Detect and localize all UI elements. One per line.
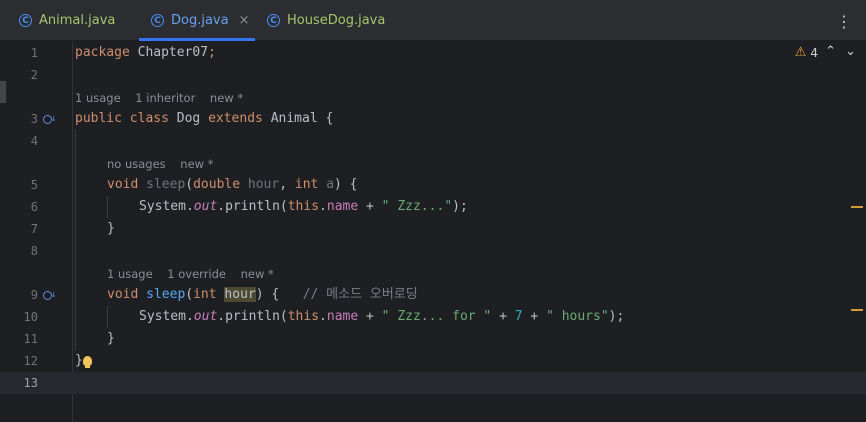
- code-line: 5 void sleep(double hour, int a) {: [0, 174, 866, 196]
- code-text: package Chapter07;: [75, 45, 216, 60]
- code-text: void sleep(double hour, int a) {: [107, 177, 358, 192]
- java-class-icon: C: [151, 14, 164, 27]
- line-number: 11: [23, 332, 38, 346]
- warning-count: 4: [810, 45, 818, 60]
- line-number: 2: [30, 68, 38, 82]
- line-number: 3: [30, 112, 38, 126]
- warning-icon: ⚠: [794, 45, 807, 60]
- close-tab-icon[interactable]: ×: [239, 13, 250, 28]
- tab-dog-java[interactable]: C Dog.java ×: [139, 0, 255, 41]
- code-line: 11 }: [0, 328, 866, 350]
- code-line: 4: [0, 130, 866, 152]
- editor-tab-bar: C Animal.java C Dog.java × C HouseDog.ja…: [0, 0, 866, 41]
- tab-animal-java[interactable]: C Animal.java: [19, 0, 115, 41]
- tab-label: HouseDog.java: [287, 13, 386, 28]
- code-text: }: [75, 353, 83, 368]
- tab-housedog-java[interactable]: C HouseDog.java: [267, 0, 385, 41]
- warnings-indicator[interactable]: ⚠ 4: [795, 45, 818, 60]
- current-code-line: 13: [0, 372, 866, 394]
- code-line: 1 package Chapter07; ⚠ 4 ⌃ ⌄: [0, 42, 866, 64]
- line-number: 7: [30, 222, 38, 236]
- inlay-usage-hint[interactable]: no usages new *: [107, 153, 213, 175]
- line-number: 8: [30, 244, 38, 258]
- previous-highlight-icon[interactable]: ⌃: [825, 44, 836, 59]
- code-text: void sleep(int hour) { // 메소드 오버로딩: [107, 287, 418, 302]
- tab-label: Animal.java: [39, 13, 116, 28]
- java-class-icon: C: [267, 14, 280, 27]
- code-editor[interactable]: 1 package Chapter07; ⚠ 4 ⌃ ⌄ 2 1 usage 1…: [0, 42, 866, 422]
- code-line: 2: [0, 64, 866, 86]
- code-text: public class Dog extends Animal {: [75, 111, 334, 126]
- code-line: 12 }: [0, 350, 866, 372]
- code-line: 10 System.out.println(this.name + " Zzz.…: [0, 306, 866, 328]
- more-options-icon[interactable]: ⋮: [836, 12, 852, 31]
- inlay-usage-hint[interactable]: 1 usage 1 inheritor new *: [75, 87, 243, 109]
- implemented-overridden-icon[interactable]: ↓: [43, 112, 57, 126]
- next-highlight-icon[interactable]: ⌄: [845, 44, 856, 59]
- warning-stripe-mark[interactable]: [851, 206, 863, 208]
- code-line: 8: [0, 240, 866, 262]
- code-text: }: [107, 221, 115, 236]
- overridden-method-icon[interactable]: ↓: [43, 288, 57, 302]
- lightbulb-icon[interactable]: [83, 356, 92, 368]
- inlay-usage-hint[interactable]: 1 usage 1 override new *: [107, 263, 274, 285]
- code-text: System.out.println(this.name + " Zzz... …: [139, 309, 625, 324]
- line-number: 9: [30, 288, 38, 302]
- code-line: 3 ↓ public class Dog extends Animal {: [0, 108, 866, 130]
- code-line: 7 }: [0, 218, 866, 240]
- tab-label: Dog.java: [171, 13, 229, 28]
- code-text: System.out.println(this.name + " Zzz..."…: [139, 199, 468, 214]
- code-line: 9 ↓ void sleep(int hour) { // 메소드 오버로딩: [0, 284, 866, 306]
- line-number: 4: [30, 134, 38, 148]
- line-number: 10: [23, 310, 38, 324]
- line-number: 1: [30, 46, 38, 60]
- line-number: 6: [30, 200, 38, 214]
- warning-stripe-mark[interactable]: [851, 309, 863, 311]
- code-line: 6 System.out.println(this.name + " Zzz..…: [0, 196, 866, 218]
- line-number: 13: [23, 376, 38, 390]
- code-text: }: [107, 331, 115, 346]
- line-number: 12: [23, 354, 38, 368]
- java-class-icon: C: [19, 14, 32, 27]
- line-number: 5: [30, 178, 38, 192]
